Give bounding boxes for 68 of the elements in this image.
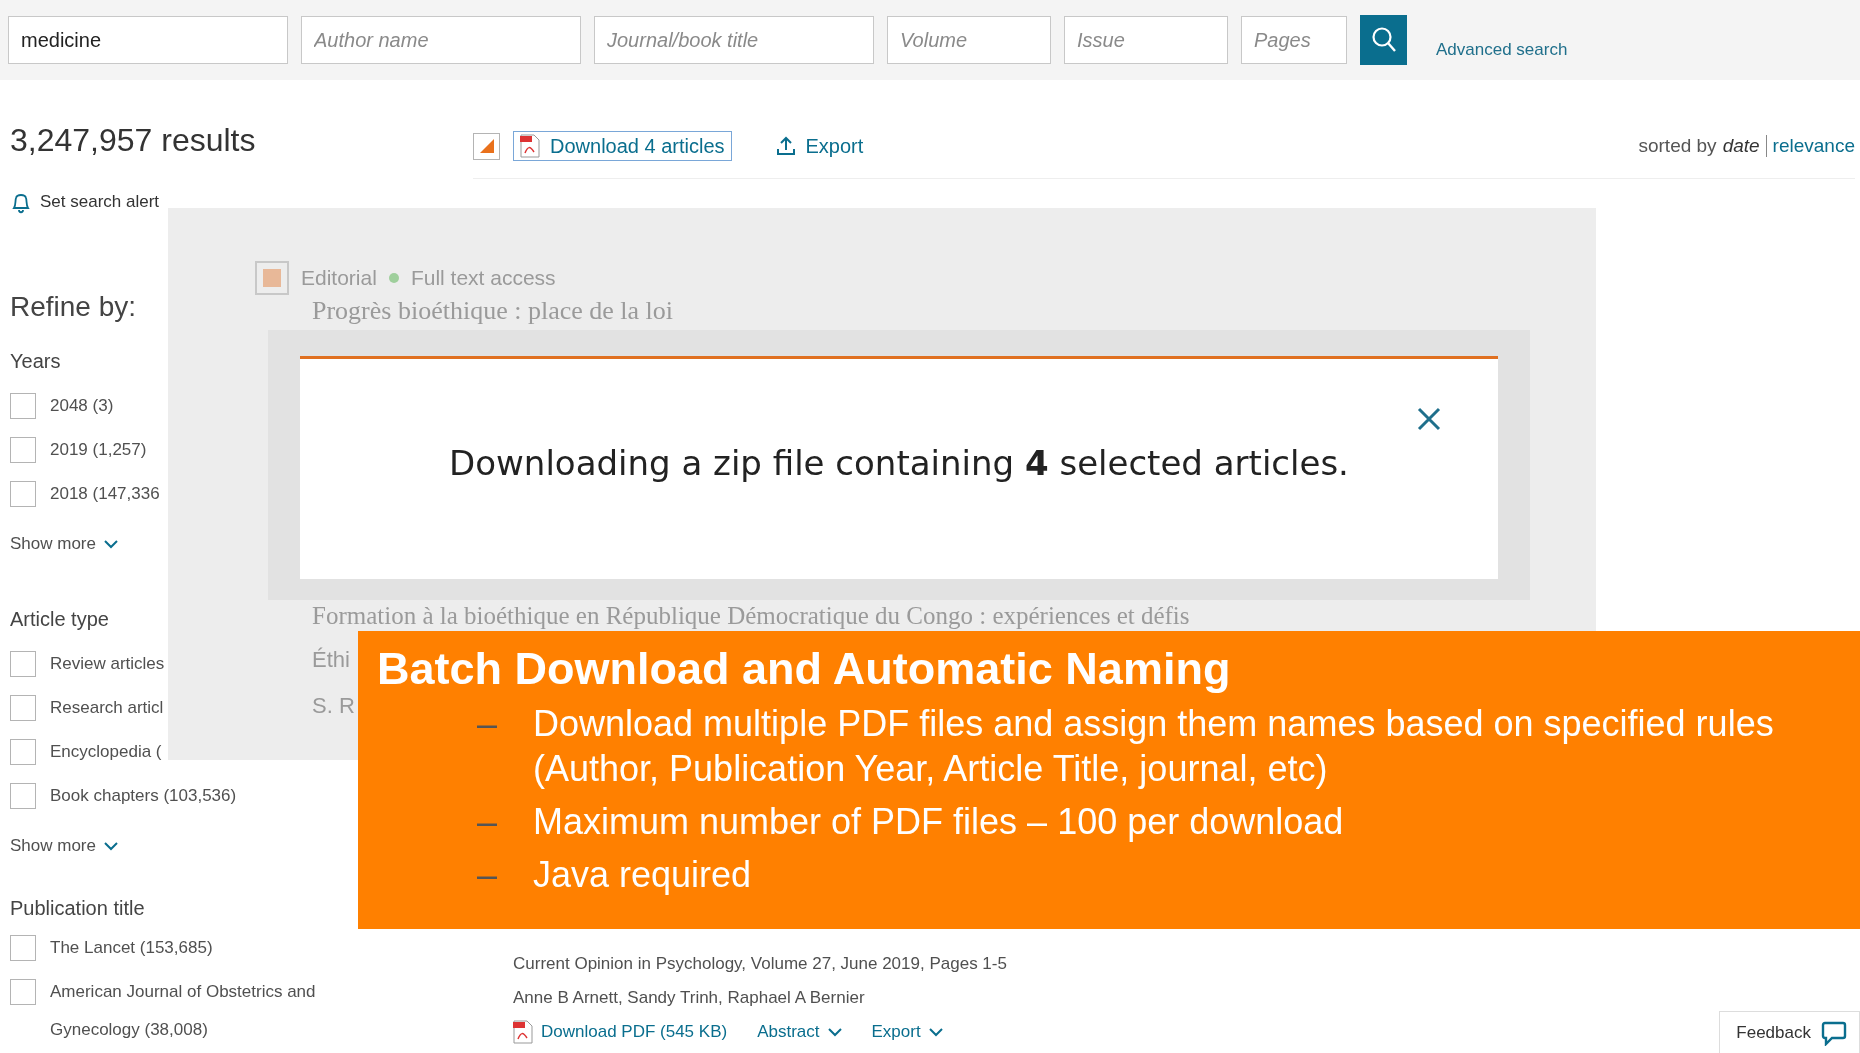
checkbox[interactable] <box>10 437 36 463</box>
bullet-text: Java required <box>533 853 753 897</box>
feedback-button[interactable]: Feedback <box>1719 1011 1860 1053</box>
chevron-down-icon <box>928 1027 943 1037</box>
search-field[interactable]: Issue <box>1064 16 1228 64</box>
article-title: Formation à la bioéthique en République Démocratique du Congo : expériences et défis <box>312 602 1190 629</box>
filter-option[interactable]: Book chapters (103,536) <box>50 777 237 815</box>
advanced-search-link[interactable]: Advanced search <box>1436 40 1568 60</box>
filter-group-title: Article type <box>10 607 109 632</box>
select-all-checkbox[interactable] <box>473 132 500 160</box>
result-action-link[interactable]: Abstract <box>757 1015 842 1049</box>
export-button[interactable]: Export <box>775 134 864 158</box>
chevron-down-icon <box>104 841 118 851</box>
search-field[interactable]: Volume <box>887 16 1051 64</box>
bullet-text: Download multiple PDF files and assign them names based on specified rules (Author, Publication Year, Article Title, journal, etc) <box>533 702 1775 791</box>
download-articles-button[interactable]: Download 4 articles <box>513 131 732 161</box>
access-label: Full text access <box>410 266 556 290</box>
chevron-down-icon <box>827 1027 842 1037</box>
journal-source: Current Opinion in Psychology, Volume 27, June 2019, Pages 1-5 <box>513 953 1008 975</box>
filter-option[interactable]: American Journal of Obstetrics and Gynecology (38,008) <box>50 973 340 1049</box>
access-dot <box>388 273 399 283</box>
checkbox[interactable] <box>10 783 36 809</box>
dialog-message: Downloading a zip file containing 4 selected articles. <box>449 443 1349 483</box>
result-action-link[interactable]: Download PDF (545 KB) <box>513 1015 728 1049</box>
checkbox[interactable] <box>10 393 36 419</box>
article-title: Progrès bioéthique : place de la loi <box>312 296 673 326</box>
bullet-dash: – <box>477 800 499 844</box>
checkbox[interactable] <box>10 695 36 721</box>
close-icon <box>1416 406 1442 432</box>
show-more-link[interactable]: Show more <box>10 531 118 557</box>
pdf-file-icon <box>520 134 540 158</box>
search-field[interactable]: Pages <box>1241 16 1347 64</box>
search-button[interactable] <box>1360 15 1407 65</box>
filter-option[interactable]: Review articles <box>50 645 165 683</box>
set-search-alert-link[interactable]: Set search alert <box>40 192 160 212</box>
filter-group-title: Publication title <box>10 896 145 921</box>
sort-option[interactable]: date <box>1722 135 1760 157</box>
chevron-down-icon <box>104 539 118 549</box>
search-field[interactable]: Journal/book title <box>594 16 874 64</box>
filter-option[interactable]: 2018 (147,336 <box>50 475 160 513</box>
filter-group-title: Years <box>10 349 61 374</box>
search-icon <box>1370 26 1397 54</box>
filter-option[interactable]: 2019 (1,257) <box>50 431 147 469</box>
checkbox[interactable] <box>10 481 36 507</box>
search-field[interactable]: medicine <box>8 16 288 64</box>
sort-option[interactable]: relevance <box>1772 135 1855 157</box>
faded-text: Éthi <box>312 646 350 674</box>
article-type-label: Editorial <box>301 266 377 290</box>
filter-option[interactable]: 2048 (3) <box>50 387 114 425</box>
pdf-file-icon <box>513 1020 533 1044</box>
results-count: 3,247,957 results <box>10 121 256 160</box>
filter-option[interactable]: Encyclopedia ( <box>50 733 162 771</box>
filter-option[interactable]: Research articl <box>50 689 164 727</box>
bullet-dash: – <box>477 702 499 746</box>
sort-label: sorted by <box>1638 135 1717 157</box>
bullet-dash: – <box>477 853 499 897</box>
checkbox[interactable] <box>10 651 36 677</box>
speech-bubble-icon <box>1821 1019 1847 1046</box>
callout-title: Batch Download and Automatic Naming <box>377 642 1231 696</box>
upload-icon <box>775 136 796 156</box>
refine-heading: Refine by: <box>10 290 137 324</box>
filter-option[interactable]: The Lancet (153,685) <box>50 929 213 967</box>
faded-text: S. R <box>312 692 355 720</box>
checkbox[interactable] <box>10 739 36 765</box>
partial-check-icon <box>478 138 495 154</box>
result-action-link[interactable]: Export <box>871 1015 943 1049</box>
bullet-text: Maximum number of PDF files – 100 per download <box>533 800 1345 844</box>
show-more-link[interactable]: Show more <box>10 833 118 859</box>
